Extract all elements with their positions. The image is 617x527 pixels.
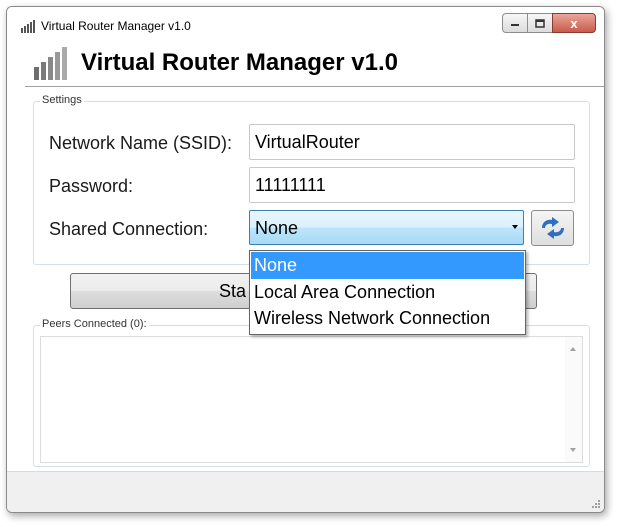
scroll-down-icon[interactable] (570, 448, 576, 452)
ssid-label: Network Name (SSID): (49, 133, 233, 153)
ssid-input[interactable]: VirtualRouter (249, 124, 575, 160)
close-icon: x (570, 15, 578, 31)
start-button-label: Sta (219, 281, 247, 301)
settings-legend: Settings (40, 94, 84, 106)
maximize-button[interactable] (527, 13, 553, 33)
scroll-up-icon[interactable] (570, 347, 576, 351)
shared-connection-label: Shared Connection: (49, 219, 209, 239)
peers-legend: Peers Connected (0): (40, 318, 149, 330)
title-bar[interactable]: Virtual Router Manager v1.0 x (7, 7, 604, 37)
shared-connection-dropdown: None Local Area Connection Wireless Netw… (249, 250, 526, 335)
dropdown-option-none[interactable]: None (251, 252, 524, 279)
dropdown-option-wireless[interactable]: Wireless Network Connection (251, 305, 524, 332)
password-input[interactable]: 11111111 (249, 167, 575, 203)
status-bar (7, 471, 604, 512)
close-button[interactable]: x (552, 13, 596, 33)
signal-bars-icon (34, 47, 67, 80)
minimize-button[interactable] (502, 13, 528, 33)
app-window: Virtual Router Manager v1.0 x Virtual Ro… (6, 6, 605, 513)
peers-list[interactable] (40, 336, 583, 463)
dropdown-arrow-icon (512, 225, 518, 229)
refresh-button[interactable] (531, 210, 574, 246)
dropdown-option-local-area[interactable]: Local Area Connection (251, 279, 524, 306)
refresh-arrows-icon (541, 217, 564, 239)
peers-scrollbar[interactable] (565, 337, 582, 462)
shared-connection-select[interactable]: None (249, 210, 524, 245)
password-label: Password: (49, 176, 134, 196)
minimize-icon (511, 24, 519, 26)
app-icon (21, 20, 35, 33)
page-title: Virtual Router Manager v1.0 (81, 49, 398, 76)
header-divider (25, 86, 604, 87)
window-title: Virtual Router Manager v1.0 (41, 19, 191, 33)
peers-group: Peers Connected (0): (33, 318, 590, 467)
shared-connection-value: None (255, 218, 299, 238)
resize-grip-icon[interactable] (591, 499, 601, 509)
maximize-icon (535, 18, 545, 28)
caption-buttons: x (502, 13, 596, 33)
